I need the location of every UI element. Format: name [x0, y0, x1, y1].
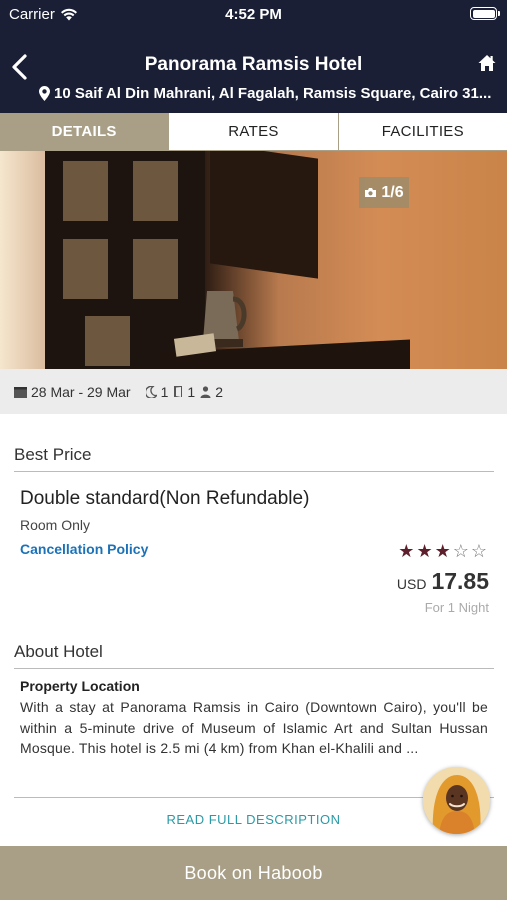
camera-icon — [365, 188, 377, 197]
hotel-address: 10 Saif Al Din Mahrani, Al Fagalah, Rams… — [39, 85, 495, 102]
home-button[interactable] — [477, 53, 497, 73]
location-pin-icon — [39, 86, 50, 101]
property-description: With a stay at Panorama Ramsis in Cairo … — [20, 699, 488, 756]
chat-assistant-avatar[interactable] — [423, 767, 490, 834]
home-icon — [478, 55, 496, 71]
door-icon — [174, 386, 183, 397]
booking-nights-text: 1 — [160, 383, 169, 400]
booking-nights: 1 — [145, 383, 169, 400]
calendar-icon — [14, 386, 27, 398]
star-empty-icon: ☆ — [452, 541, 471, 561]
battery-icon — [470, 7, 500, 20]
back-button[interactable] — [8, 52, 32, 82]
price-amount: 17.85 — [431, 568, 489, 594]
app-header: Carrier 4:52 PM Panorama Ramsis Hotel 10… — [0, 0, 507, 113]
star-filled-icon: ★ — [416, 541, 435, 561]
property-location-heading: Property Location — [20, 678, 140, 694]
price: USD 17.85 — [397, 568, 489, 595]
divider — [14, 471, 494, 472]
address-text: 10 Saif Al Din Mahrani, Al Fagalah, Rams… — [54, 85, 492, 102]
status-time: 4:52 PM — [225, 6, 282, 23]
booking-rooms-text: 1 — [187, 383, 196, 400]
hotel-photo[interactable] — [0, 151, 507, 369]
assistant-avatar-icon — [423, 767, 490, 834]
star-empty-icon: ☆ — [470, 541, 489, 561]
hotel-title: Panorama Ramsis Hotel — [144, 54, 363, 75]
board-type: Room Only — [20, 517, 91, 533]
tab-bar: DETAILS RATES FACILITIES — [0, 113, 507, 151]
divider — [14, 797, 494, 798]
star-filled-icon: ★ — [398, 541, 417, 561]
divider — [14, 668, 494, 669]
cancellation-policy-link[interactable]: Cancellation Policy — [20, 541, 148, 557]
booking-guests: 2 — [200, 384, 223, 400]
tab-rates[interactable]: RATES — [168, 113, 338, 150]
booking-dates-text: 28 Mar - 29 Mar — [31, 383, 131, 400]
book-button[interactable]: Book on Haboob — [0, 846, 507, 900]
booking-dates: 28 Mar - 29 Mar — [14, 384, 131, 400]
tab-facilities[interactable]: FACILITIES — [337, 113, 507, 150]
about-hotel-heading: About Hotel — [14, 642, 103, 661]
booking-summary: 28 Mar - 29 Mar 1 1 2 — [0, 369, 507, 414]
moon-icon — [145, 385, 157, 398]
chevron-left-icon — [12, 54, 27, 80]
room-name: Double standard(Non Refundable) — [20, 488, 310, 509]
best-price-heading: Best Price — [14, 445, 92, 464]
booking-rooms: 1 — [173, 384, 195, 400]
person-icon — [200, 385, 211, 398]
photo-counter-text: 1/6 — [381, 183, 404, 201]
star-rating: ★★★☆☆ — [398, 541, 489, 562]
photo-counter: 1/6 — [359, 177, 409, 208]
price-currency: USD — [396, 576, 427, 592]
booking-guests-text: 2 — [215, 383, 223, 400]
status-bar: Carrier 4:52 PM — [0, 0, 507, 28]
tab-details[interactable]: DETAILS — [0, 113, 169, 150]
price-period: For 1 Night — [424, 600, 489, 615]
star-filled-icon: ★ — [434, 541, 453, 561]
